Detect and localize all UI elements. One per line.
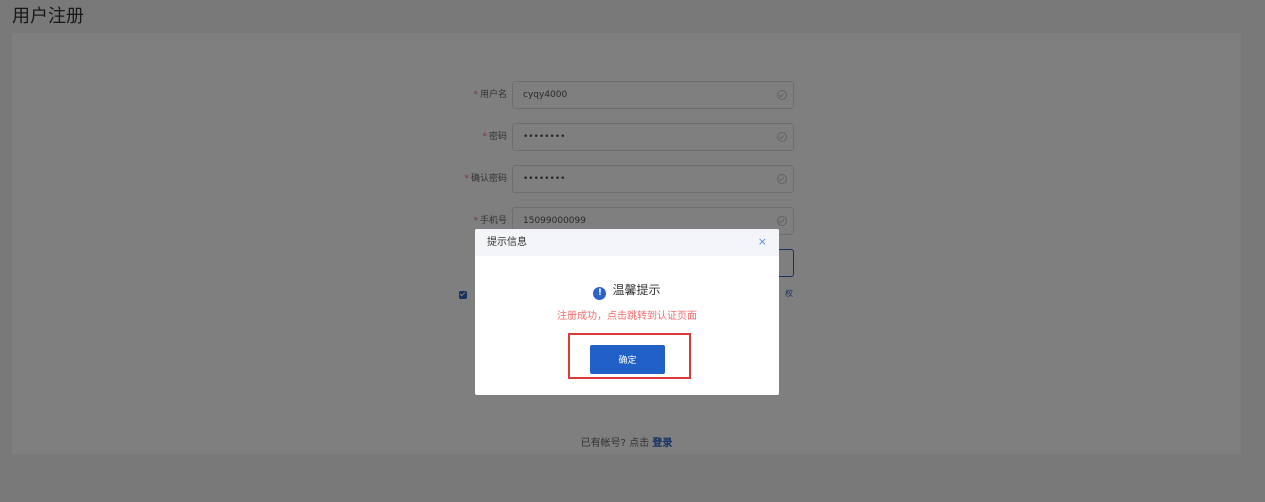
exclamation-circle-icon: !: [593, 287, 607, 300]
notice-heading: ! 温馨提示: [475, 282, 779, 300]
confirm-button[interactable]: 确定: [590, 345, 665, 374]
highlight-box: 确定: [568, 333, 691, 379]
close-icon[interactable]: ×: [758, 235, 767, 249]
dialog-header: 提示信息 ×: [475, 229, 779, 256]
success-message: 注册成功，点击跳转到认证页面: [557, 311, 697, 322]
notice-title: 温馨提示: [612, 283, 661, 297]
dialog-title: 提示信息: [487, 237, 527, 248]
notice-dialog: 提示信息 × ! 温馨提示 注册成功，点击跳转到认证页面 确定: [475, 229, 779, 395]
